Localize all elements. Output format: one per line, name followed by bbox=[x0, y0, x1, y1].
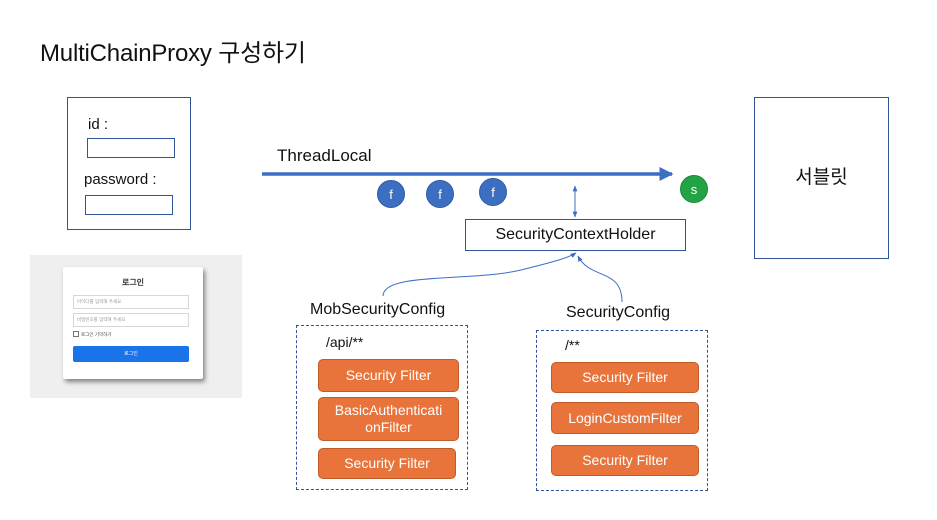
threadlocal-label: ThreadLocal bbox=[277, 146, 372, 165]
filter-box: Security Filter bbox=[318, 448, 456, 479]
security-config-group: /** Security Filter LoginCustomFilter Se… bbox=[536, 330, 708, 491]
filter-box: LoginCustomFilter bbox=[551, 402, 699, 434]
filter-box: Security Filter bbox=[551, 445, 699, 476]
security-config-label: SecurityConfig bbox=[566, 304, 671, 321]
filter-box: BasicAuthenticati onFilter bbox=[318, 397, 459, 441]
url-pattern: /** bbox=[565, 337, 580, 353]
filter-badge: f bbox=[377, 180, 405, 208]
mob-config-connector bbox=[382, 252, 577, 297]
filter-box: Security Filter bbox=[551, 362, 699, 393]
filter-box: Security Filter bbox=[318, 359, 459, 392]
filter-badge: f bbox=[426, 180, 454, 208]
servlet-badge: s bbox=[680, 175, 708, 203]
security-context-holder-box: SecurityContextHolder bbox=[465, 219, 686, 251]
filter-badge: f bbox=[479, 178, 507, 206]
mob-security-config-group: /api/** Security Filter BasicAuthenticat… bbox=[296, 325, 468, 490]
connector-lines bbox=[262, 167, 674, 303]
servlet-box: 서블릿 bbox=[754, 97, 889, 259]
url-pattern: /api/** bbox=[326, 334, 364, 350]
security-config-connector bbox=[577, 255, 623, 303]
mob-security-config-label: MobSecurityConfig bbox=[310, 301, 446, 318]
